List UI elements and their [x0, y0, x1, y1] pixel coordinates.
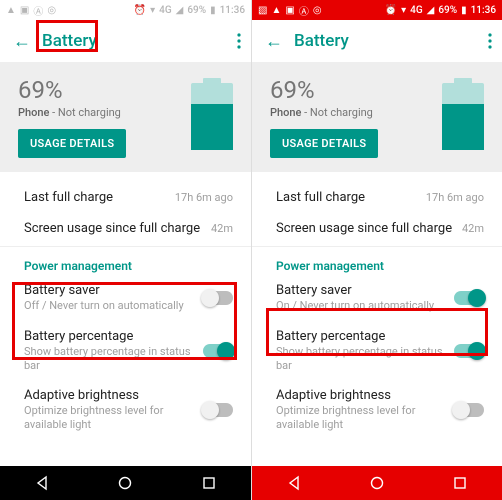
row-battery-saver[interactable]: Battery saver On / Never turn on automat… — [252, 275, 502, 321]
row-screen-usage[interactable]: Screen usage since full charge 42m — [252, 213, 502, 244]
section-power-management: Power management — [0, 249, 251, 275]
app-bar: ← Battery — [0, 20, 251, 62]
battery-hero: 69% Phone - Not charging USAGE DETAILS — [252, 62, 502, 172]
adaptive-brightness-toggle[interactable] — [203, 403, 233, 417]
row-sublabel: Optimize brightness level for available … — [276, 404, 446, 432]
row-sublabel: Optimize brightness level for available … — [24, 404, 195, 432]
row-meta: 42m — [211, 222, 233, 235]
battery-status-icon: ▮ — [210, 5, 216, 16]
row-meta: 17h 6m ago — [426, 191, 484, 204]
row-label: Battery saver — [24, 283, 195, 298]
overflow-menu-button[interactable] — [488, 33, 492, 49]
battery-saver-toggle[interactable] — [203, 291, 233, 305]
battery-status-icon: ▮ — [461, 5, 467, 16]
row-last-full-charge[interactable]: Last full charge 17h 6m ago — [252, 182, 502, 213]
app-bar: ← Battery — [252, 20, 502, 62]
row-label: Screen usage since full charge — [276, 221, 454, 236]
nav-back-button[interactable] — [286, 475, 302, 491]
battery-icon — [442, 78, 484, 150]
row-adaptive-brightness[interactable]: Adaptive brightness Optimize brightness … — [252, 380, 502, 440]
row-label: Screen usage since full charge — [24, 221, 203, 236]
warning-icon: ▲ — [271, 5, 281, 16]
nav-recents-button[interactable] — [201, 475, 217, 491]
charging-status: Phone - Not charging — [270, 106, 373, 119]
phone-left: ▲ ▣ Ⓐ ◎ ⏰ ▾ 4G ◢ 69% ▮ 11:36 ← Battery — [0, 0, 251, 500]
a-icon: Ⓐ — [33, 3, 43, 18]
row-battery-saver[interactable]: Battery saver Off / Never turn on automa… — [0, 275, 251, 321]
nav-back-button[interactable] — [34, 475, 50, 491]
status-bar: ▲ ▣ Ⓐ ◎ ⏰ ▾ 4G ◢ 69% ▮ 11:36 — [0, 0, 251, 20]
page-title: Battery — [294, 31, 349, 51]
row-meta: 17h 6m ago — [175, 191, 233, 204]
warning-icon: ▲ — [6, 5, 16, 16]
row-last-full-charge[interactable]: Last full charge 17h 6m ago — [0, 182, 251, 213]
phone-right: ▧ ▲ ▣ Ⓐ ◎ ⏰ ▾ 4G ◢ 69% ▮ 11:36 ← Battery — [251, 0, 502, 500]
settings-list: Last full charge 17h 6m ago Screen usage… — [252, 182, 502, 466]
card-icon: ▣ — [20, 5, 29, 16]
row-label: Battery percentage — [24, 329, 195, 344]
battery-pct-label: 69% — [187, 5, 206, 16]
wifi-icon: ▾ — [150, 5, 155, 16]
row-meta: 42m — [462, 222, 484, 235]
battery-percentage: 69% — [270, 76, 315, 104]
overflow-menu-button[interactable] — [237, 33, 241, 49]
page-title: Battery — [42, 31, 97, 51]
wifi-icon: ▾ — [401, 5, 406, 16]
row-sublabel: On / Never turn on automatically — [276, 299, 446, 313]
alarm-icon: ⏰ — [385, 5, 397, 16]
row-sublabel: Off / Never turn on automatically — [24, 299, 195, 313]
charging-status: Phone - Not charging — [18, 106, 121, 119]
row-label: Last full charge — [24, 190, 167, 205]
clock-label: 11:36 — [220, 5, 245, 16]
row-label: Adaptive brightness — [24, 388, 195, 403]
signal-icon: ◢ — [176, 5, 184, 16]
usage-details-button[interactable]: USAGE DETAILS — [18, 129, 126, 158]
signal-icon: ◢ — [427, 5, 435, 16]
row-sublabel: Show battery percentage in status bar — [24, 345, 195, 373]
alarm-icon: ⏰ — [134, 5, 146, 16]
row-screen-usage[interactable]: Screen usage since full charge 42m — [0, 213, 251, 244]
row-label: Last full charge — [276, 190, 418, 205]
back-button[interactable]: ← — [260, 31, 288, 52]
adaptive-brightness-toggle[interactable] — [454, 403, 484, 417]
picture-icon: ▧ — [258, 5, 267, 16]
battery-percentage-toggle[interactable] — [454, 344, 484, 358]
row-battery-percentage[interactable]: Battery percentage Show battery percenta… — [0, 321, 251, 381]
a-icon: Ⓐ — [299, 3, 309, 18]
nav-bar — [252, 466, 502, 500]
battery-saver-toggle[interactable] — [454, 291, 484, 305]
row-label: Battery saver — [276, 283, 446, 298]
network-label: 4G — [410, 5, 423, 16]
settings-list: Last full charge 17h 6m ago Screen usage… — [0, 182, 251, 466]
row-label: Battery percentage — [276, 329, 446, 344]
row-adaptive-brightness[interactable]: Adaptive brightness Optimize brightness … — [0, 380, 251, 440]
usage-details-button[interactable]: USAGE DETAILS — [270, 129, 378, 158]
row-battery-percentage[interactable]: Battery percentage Show battery percenta… — [252, 321, 502, 381]
clock-label: 11:36 — [471, 5, 496, 16]
battery-percentage-toggle[interactable] — [203, 344, 233, 358]
status-bar: ▧ ▲ ▣ Ⓐ ◎ ⏰ ▾ 4G ◢ 69% ▮ 11:36 — [252, 0, 502, 20]
nav-home-button[interactable] — [369, 475, 385, 491]
nav-recents-button[interactable] — [452, 475, 468, 491]
battery-percentage: 69% — [18, 76, 63, 104]
battery-hero: 69% Phone - Not charging USAGE DETAILS — [0, 62, 251, 172]
section-power-management: Power management — [252, 249, 502, 275]
battery-pct-label: 69% — [438, 5, 457, 16]
nav-bar — [0, 466, 251, 500]
card-icon: ▣ — [285, 5, 294, 16]
nav-home-button[interactable] — [117, 475, 133, 491]
target-icon: ◎ — [47, 5, 56, 16]
back-button[interactable]: ← — [8, 31, 36, 52]
battery-icon — [191, 78, 233, 150]
row-sublabel: Show battery percentage in status bar — [276, 345, 446, 373]
network-label: 4G — [159, 5, 172, 16]
target-icon: ◎ — [313, 5, 322, 16]
row-label: Adaptive brightness — [276, 388, 446, 403]
